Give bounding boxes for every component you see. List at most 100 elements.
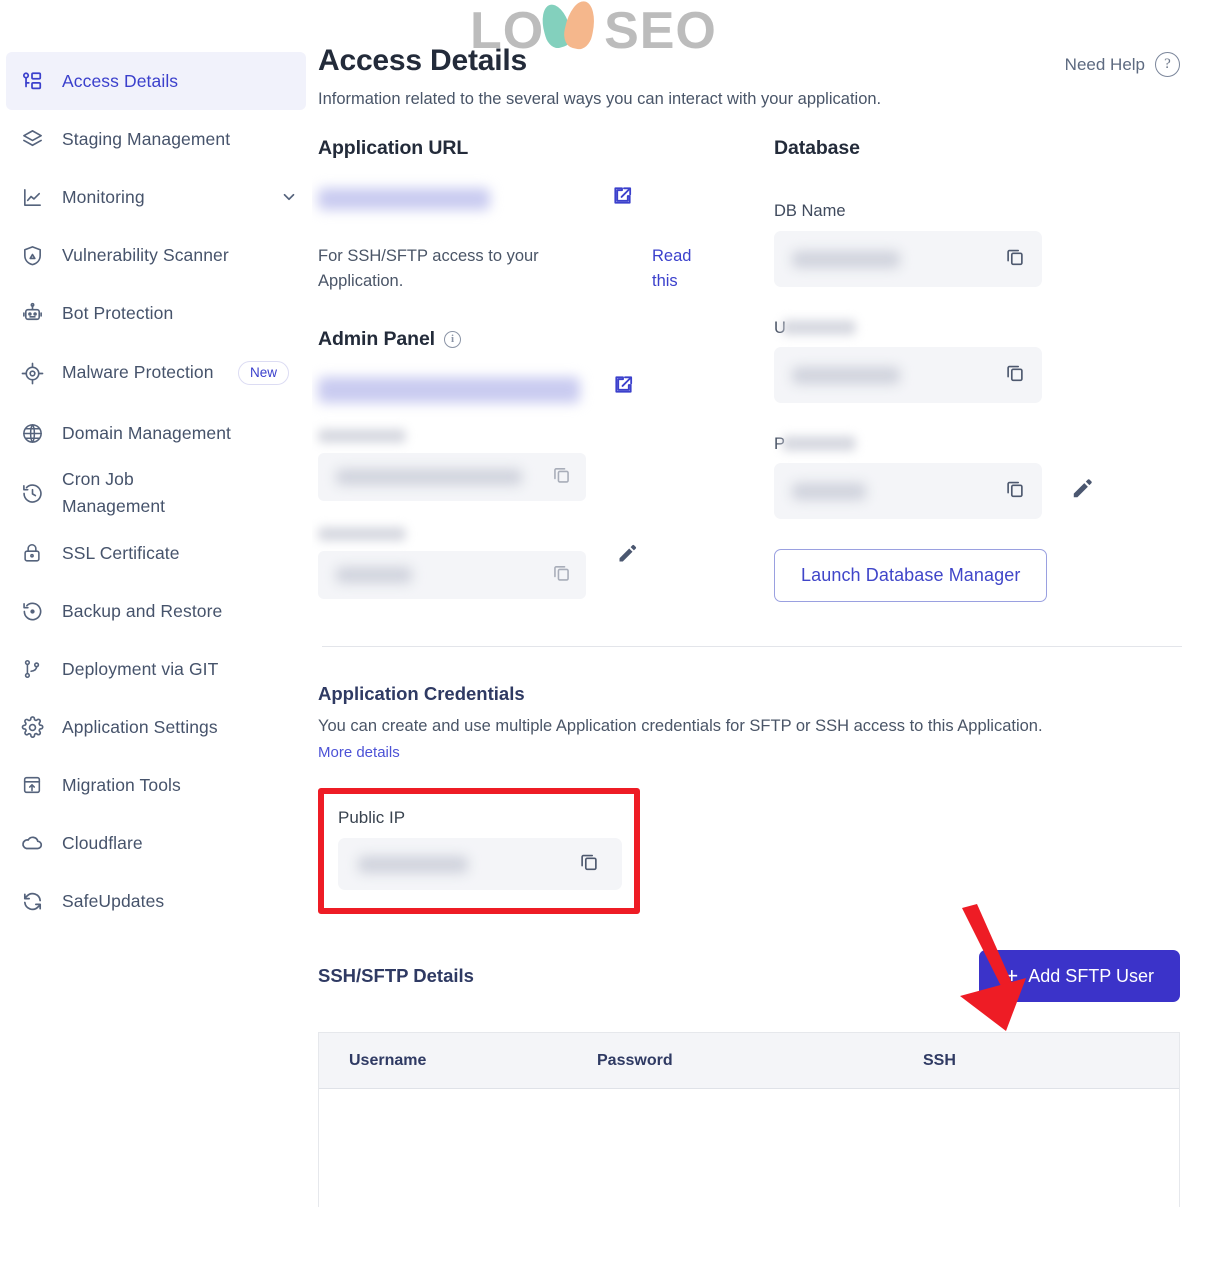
public-ip-highlight-box: Public IP bbox=[318, 788, 640, 914]
admin-username-box bbox=[318, 452, 586, 501]
db-username-field: U bbox=[774, 317, 1186, 403]
more-details-link[interactable]: More details bbox=[318, 744, 400, 761]
question-mark-icon[interactable]: ? bbox=[1155, 52, 1180, 77]
sidebar-item-backup-and-restore[interactable]: Backup and Restore bbox=[0, 582, 312, 640]
sidebar-item-safeupdates[interactable]: SafeUpdates bbox=[0, 872, 312, 930]
main-content: Access Details Information related to th… bbox=[312, 0, 1206, 1269]
copy-icon[interactable] bbox=[1004, 362, 1026, 389]
add-sftp-user-button[interactable]: + Add SFTP User bbox=[979, 950, 1180, 1002]
upload-box-icon bbox=[18, 771, 46, 799]
ssh-users-table: Username Password SSH bbox=[318, 1032, 1180, 1207]
public-ip-label: Public IP bbox=[338, 808, 406, 827]
db-password-label: P bbox=[774, 433, 1186, 457]
database-column: Database DB Name U P Launch Database Man… bbox=[770, 137, 1186, 602]
admin-username-value-redacted bbox=[336, 468, 522, 485]
section-divider bbox=[322, 646, 1182, 647]
chevron-down-icon[interactable] bbox=[280, 188, 298, 206]
cloud-icon bbox=[18, 829, 46, 857]
application-url-row bbox=[318, 174, 770, 230]
admin-password-value-redacted bbox=[336, 566, 412, 583]
copy-icon[interactable] bbox=[551, 464, 572, 490]
sidebar-item-label: Access Details bbox=[62, 71, 179, 91]
admin-panel-url-row bbox=[318, 367, 770, 421]
sidebar-item-label: Bot Protection bbox=[62, 303, 174, 323]
db-username-label-redacted bbox=[782, 320, 856, 335]
launch-database-manager-button[interactable]: Launch Database Manager bbox=[774, 549, 1048, 602]
db-username-box bbox=[774, 347, 1042, 403]
sidebar-item-label: Malware Protection bbox=[62, 362, 214, 383]
column-header-ssh: SSH bbox=[923, 1051, 956, 1069]
git-branch-icon bbox=[18, 655, 46, 683]
admin-panel-section: Admin Panel i bbox=[318, 328, 770, 599]
sidebar-item-label: Application Settings bbox=[62, 717, 218, 737]
chart-line-icon bbox=[18, 183, 46, 211]
application-url-value-redacted bbox=[318, 188, 490, 210]
sidebar-item-migration-tools[interactable]: Migration Tools bbox=[0, 756, 312, 814]
sidebar-item-bot-protection[interactable]: Bot Protection bbox=[0, 284, 312, 342]
read-this-link[interactable]: Read this bbox=[652, 244, 712, 294]
page-subtitle: Information related to the several ways … bbox=[318, 90, 882, 108]
add-sftp-user-label: Add SFTP User bbox=[1028, 965, 1154, 986]
application-credentials-description: You can create and use multiple Applicat… bbox=[318, 717, 1043, 735]
status-badge-new: New bbox=[238, 361, 290, 385]
key-list-icon bbox=[18, 67, 46, 95]
top-sections: Application URL For SSH/SFTP access to y… bbox=[318, 137, 1186, 602]
db-username-value-redacted bbox=[792, 366, 900, 384]
page-title: Access Details bbox=[318, 44, 528, 77]
gear-icon bbox=[18, 713, 46, 741]
sidebar-item-label: SSL Certificate bbox=[62, 543, 180, 563]
sidebar-item-staging-management[interactable]: Staging Management bbox=[0, 110, 312, 168]
sidebar-item-domain-management[interactable]: Domain Management bbox=[0, 404, 312, 462]
sidebar-item-label: Vulnerability Scanner bbox=[62, 245, 229, 265]
admin-panel-heading: Admin Panel i bbox=[318, 328, 770, 351]
sidebar-item-label: SafeUpdates bbox=[62, 891, 165, 911]
sidebar-item-deployment-via-git[interactable]: Deployment via GIT bbox=[0, 640, 312, 698]
database-title: Database bbox=[774, 137, 860, 159]
sidebar-item-label: Cloudflare bbox=[62, 833, 143, 853]
sidebar-item-label: Cron Job Management bbox=[62, 468, 166, 516]
admin-username-label-redacted bbox=[318, 428, 406, 443]
table-header-row: Username Password SSH bbox=[319, 1033, 1179, 1089]
open-external-icon[interactable] bbox=[611, 184, 634, 212]
open-external-icon[interactable] bbox=[612, 373, 635, 401]
sidebar-item-label: Monitoring bbox=[62, 187, 145, 207]
column-header-password: Password bbox=[597, 1051, 673, 1069]
sidebar-item-label: Backup and Restore bbox=[62, 601, 223, 621]
edit-pencil-icon[interactable] bbox=[616, 541, 640, 570]
application-url-title: Application URL bbox=[318, 137, 469, 159]
left-column: Application URL For SSH/SFTP access to y… bbox=[318, 137, 770, 602]
sidebar-item-malware-protection[interactable]: Malware Protection New bbox=[0, 342, 312, 404]
need-help-button[interactable]: Need Help ? bbox=[1065, 52, 1180, 77]
sidebar-item-cloudflare[interactable]: Cloudflare bbox=[0, 814, 312, 872]
sidebar-item-ssl-certificate[interactable]: SSL Certificate bbox=[0, 524, 312, 582]
sidebar-item-vulnerability-scanner[interactable]: Vulnerability Scanner bbox=[0, 226, 312, 284]
sidebar-item-cron-job-management[interactable]: Cron Job Management bbox=[0, 462, 312, 524]
lock-icon bbox=[18, 539, 46, 567]
db-name-box bbox=[774, 231, 1042, 287]
ssh-hint-text: For SSH/SFTP access to your Application. bbox=[318, 247, 539, 290]
db-name-label: DB Name bbox=[774, 202, 846, 220]
sidebar-item-label: Deployment via GIT bbox=[62, 659, 219, 679]
target-bug-icon bbox=[18, 359, 46, 387]
copy-icon[interactable] bbox=[1004, 478, 1026, 505]
sidebar-item-access-details[interactable]: Access Details bbox=[6, 52, 306, 110]
admin-password-box bbox=[318, 550, 586, 599]
sidebar-item-label: Staging Management bbox=[62, 129, 231, 149]
sidebar-item-application-settings[interactable]: Application Settings bbox=[0, 698, 312, 756]
sidebar-item-label: Migration Tools bbox=[62, 775, 181, 795]
app-root: Access Details Staging Management Monito… bbox=[0, 0, 1206, 1269]
database-heading: Database bbox=[774, 137, 1186, 160]
info-icon[interactable]: i bbox=[444, 330, 462, 348]
ssh-sftp-details-section: SSH/SFTP Details + Add SFTP User Usernam… bbox=[318, 950, 1186, 1207]
copy-icon[interactable] bbox=[578, 851, 600, 878]
edit-pencil-icon[interactable] bbox=[1070, 475, 1096, 506]
db-name-field: DB Name bbox=[774, 202, 1186, 287]
refresh-icon bbox=[18, 887, 46, 915]
sidebar-item-monitoring[interactable]: Monitoring bbox=[0, 168, 312, 226]
robot-icon bbox=[18, 299, 46, 327]
layers-icon bbox=[18, 125, 46, 153]
copy-icon[interactable] bbox=[551, 562, 572, 588]
page-header: Access Details Information related to th… bbox=[318, 0, 1186, 109]
clock-history-icon bbox=[18, 479, 46, 507]
copy-icon[interactable] bbox=[1004, 246, 1026, 273]
